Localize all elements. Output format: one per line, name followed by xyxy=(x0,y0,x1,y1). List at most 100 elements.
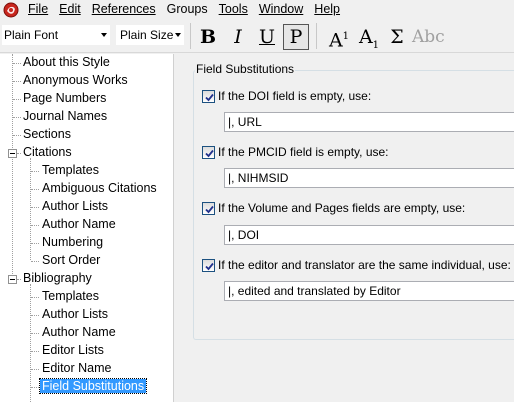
tree-item-label: Page Numbers xyxy=(23,91,107,105)
tree-item-label: Citations xyxy=(23,145,72,159)
tree-item-label: About this Style xyxy=(23,55,110,69)
volume-pages-substitution-label: If the Volume and Pages fields are empty… xyxy=(218,201,466,215)
tree-item-label: Editor Name xyxy=(42,361,112,375)
bold-label: B xyxy=(199,26,217,48)
doi-substitution-field[interactable]: |, URL xyxy=(224,112,514,132)
font-select[interactable]: Plain Font xyxy=(2,25,110,45)
app-icon[interactable] xyxy=(3,2,19,18)
tree-item-label: Field Substitutions xyxy=(38,378,148,394)
collapse-icon[interactable] xyxy=(8,149,17,158)
tree-connector xyxy=(13,99,21,100)
tree-connector xyxy=(13,135,21,136)
bold-button[interactable]: B xyxy=(195,24,221,50)
menu-groups[interactable]: Groups xyxy=(162,0,214,19)
tree-item-ambiguous-citations[interactable]: Ambiguous Citations xyxy=(40,180,159,197)
underline-label: U xyxy=(258,26,275,48)
tree-item-sections[interactable]: Sections xyxy=(21,126,73,143)
menu-references[interactable]: References xyxy=(87,0,162,19)
tree-item-label: Templates xyxy=(42,289,99,303)
editor-translator-substitution-checkbox[interactable] xyxy=(202,258,215,272)
tree-item-field-substitutions[interactable]: Field Substitutions xyxy=(38,378,148,395)
menu-edit-label: Edit xyxy=(59,2,81,16)
tree-item-bibliography-templates[interactable]: Templates xyxy=(40,288,101,305)
style-tree: About this Style Anonymous Works Page Nu… xyxy=(0,54,173,402)
tree-connector xyxy=(30,158,31,260)
tree-item-label: Templates xyxy=(42,163,99,177)
doi-substitution-option[interactable]: If the DOI field is empty, use: xyxy=(202,88,371,104)
symbol-button[interactable]: Σ xyxy=(384,24,410,50)
menu-help[interactable]: Help xyxy=(309,0,346,19)
superscript-label: A xyxy=(328,29,343,52)
tree-connector xyxy=(31,387,39,388)
collapse-icon[interactable] xyxy=(8,275,17,284)
italic-label: I xyxy=(234,26,242,48)
size-select[interactable]: Plain Size xyxy=(116,25,184,45)
pmcid-substitution-label: If the PMCID field is empty, use: xyxy=(218,145,389,159)
tree-item-label: Author Name xyxy=(42,325,116,339)
editor-translator-substitution-field[interactable]: |, edited and translated by Editor xyxy=(224,281,514,301)
underline-button[interactable]: U xyxy=(254,24,280,50)
toolbar-divider xyxy=(316,23,317,49)
plain-button[interactable]: P xyxy=(283,24,309,50)
checkmark-icon xyxy=(205,149,214,157)
tree-item-editor-name[interactable]: Editor Name xyxy=(40,360,113,377)
tree-item-editor-lists[interactable]: Editor Lists xyxy=(40,342,106,359)
menu-window[interactable]: Window xyxy=(254,0,309,19)
smallcaps-button[interactable]: Abc xyxy=(412,24,445,50)
tree-item-citations[interactable]: Citations xyxy=(21,144,74,161)
volume-pages-substitution-checkbox[interactable] xyxy=(202,201,215,215)
tree-item-bibliography[interactable]: Bibliography xyxy=(21,270,94,287)
superscript-button[interactable]: A1 xyxy=(325,24,353,52)
menu-groups-label: Groups xyxy=(166,2,208,16)
checkmark-icon xyxy=(205,262,214,270)
tree-item-numbering[interactable]: Numbering xyxy=(40,234,105,251)
subscript-button[interactable]: A1 xyxy=(355,24,383,51)
tree-connector xyxy=(13,81,21,82)
tree-item-label: Ambiguous Citations xyxy=(42,181,157,195)
editor-translator-substitution-option[interactable]: If the editor and translator are the sam… xyxy=(202,257,511,273)
tree-connector xyxy=(13,117,21,118)
tree-item-citations-templates[interactable]: Templates xyxy=(40,162,101,179)
tree-item-citations-author-lists[interactable]: Author Lists xyxy=(40,198,110,215)
tree-connector xyxy=(31,297,39,298)
volume-pages-substitution-option[interactable]: If the Volume and Pages fields are empty… xyxy=(202,200,465,216)
smallcaps-label: Abc xyxy=(412,27,445,47)
pmcid-substitution-option[interactable]: If the PMCID field is empty, use: xyxy=(202,144,389,160)
volume-pages-substitution-field[interactable]: |, DOI xyxy=(224,225,514,245)
tree-item-about-this-style[interactable]: About this Style xyxy=(21,54,112,71)
tree-item-label: Author Name xyxy=(42,217,116,231)
tree-connector xyxy=(31,315,39,316)
toolbar-divider xyxy=(190,23,191,49)
menu-bar: File Edit References Groups Tools Window… xyxy=(0,0,514,19)
tree-item-citations-author-name[interactable]: Author Name xyxy=(40,216,118,233)
tree-item-bibliography-author-lists[interactable]: Author Lists xyxy=(40,306,110,323)
group-title: Field Substitutions xyxy=(195,62,296,76)
tree-item-anonymous-works[interactable]: Anonymous Works xyxy=(21,72,130,89)
menu-window-label: Window xyxy=(258,2,304,16)
tree-item-bibliography-author-name[interactable]: Author Name xyxy=(40,324,118,341)
tree-connector xyxy=(31,333,39,334)
menu-file-label: File xyxy=(28,2,49,16)
menu-edit[interactable]: Edit xyxy=(54,0,87,19)
tree-item-label: Sort Order xyxy=(42,253,101,267)
doi-substitution-checkbox[interactable] xyxy=(202,89,215,103)
chevron-down-icon xyxy=(101,33,107,37)
tree-item-sort-order[interactable]: Sort Order xyxy=(40,252,102,269)
tree-item-label: Author Lists xyxy=(42,307,109,321)
tree-item-page-numbers[interactable]: Page Numbers xyxy=(21,90,108,107)
italic-button[interactable]: I xyxy=(225,24,251,50)
pmcid-substitution-checkbox[interactable] xyxy=(202,145,215,159)
tree-item-journal-names[interactable]: Journal Names xyxy=(21,108,109,125)
subscript-mark: 1 xyxy=(372,39,380,51)
menu-tools[interactable]: Tools xyxy=(214,0,254,19)
panel-splitter[interactable] xyxy=(173,54,187,402)
pmcid-substitution-field[interactable]: |, NIHMSID xyxy=(224,168,514,188)
chevron-down-icon xyxy=(175,33,181,37)
menu-file[interactable]: File xyxy=(23,0,54,19)
tree-connector xyxy=(31,225,39,226)
tree-connector xyxy=(31,261,39,262)
menu-tools-label: Tools xyxy=(218,2,248,16)
tree-item-label: Sections xyxy=(23,127,71,141)
tree-item-label: Journal Names xyxy=(23,109,108,123)
tree-connector xyxy=(31,207,39,208)
